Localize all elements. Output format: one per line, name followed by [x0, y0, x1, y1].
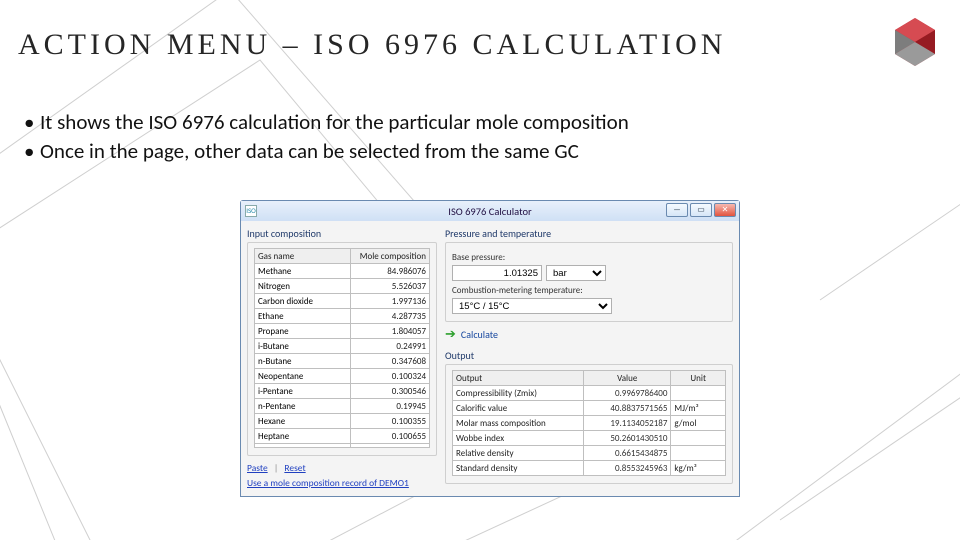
gas-value[interactable]: 84.986076	[351, 264, 430, 279]
output-label: Output	[445, 349, 733, 362]
gas-value[interactable]: 5.526037	[351, 279, 430, 294]
app-icon: ISO	[245, 205, 257, 217]
minimize-button[interactable]: —	[666, 203, 688, 217]
out-value: 0.8553245963	[584, 461, 671, 476]
input-composition-label: Input composition	[247, 227, 437, 240]
out-name: Wobbe index	[453, 431, 584, 446]
out-name: Standard density	[453, 461, 584, 476]
slide-title: Action Menu – ISO 6976 Calculation	[18, 28, 726, 62]
base-pressure-input[interactable]	[452, 265, 542, 281]
col-header: Value	[584, 371, 671, 386]
iso-calculator-window: ISO ISO 6976 Calculator — ▭ ✕ Input comp…	[240, 200, 740, 497]
out-name: Molar mass composition	[453, 416, 584, 431]
gas-name: Ethane	[255, 309, 351, 324]
out-value: 0.6615434875	[584, 446, 671, 461]
close-button[interactable]: ✕	[714, 203, 736, 217]
gas-value[interactable]: 0.100655	[351, 429, 430, 444]
pressure-unit-select[interactable]: bar	[546, 265, 606, 281]
bullet-item: It shows the ISO 6976 calculation for th…	[22, 108, 629, 137]
bullet-list: It shows the ISO 6976 calculation for th…	[22, 108, 629, 167]
calculate-label: Calculate	[461, 328, 498, 341]
col-header: Mole composition	[351, 249, 430, 264]
out-value: 0.9969786400	[584, 386, 671, 401]
out-unit: MJ/m³	[671, 401, 726, 416]
gas-value[interactable]: 1.804057	[351, 324, 430, 339]
col-header: Gas name	[255, 249, 351, 264]
gas-name: i-Pentane	[255, 384, 351, 399]
out-name: Calorific value	[453, 401, 584, 416]
gas-value[interactable]: 0.19945	[351, 399, 430, 414]
gas-value[interactable]	[351, 444, 430, 448]
out-unit: kg/m³	[671, 461, 726, 476]
out-value: 50.2601430510	[584, 431, 671, 446]
combustion-temp-label: Combustion-metering temperature:	[452, 285, 726, 296]
out-value: 19.1134052187	[584, 416, 671, 431]
gas-value[interactable]: 0.100355	[351, 414, 430, 429]
gas-name: Propane	[255, 324, 351, 339]
out-unit	[671, 446, 726, 461]
gas-value[interactable]: 0.300546	[351, 384, 430, 399]
output-table: Output Value Unit Compressibility (Zmix)…	[452, 370, 726, 476]
gas-value[interactable]: 4.287735	[351, 309, 430, 324]
out-unit	[671, 431, 726, 446]
gas-name	[255, 444, 351, 448]
calculate-button[interactable]: ➔ Calculate	[445, 328, 733, 341]
maximize-button[interactable]: ▭	[690, 203, 712, 217]
gas-value[interactable]: 0.347608	[351, 354, 430, 369]
arrow-right-icon: ➔	[445, 328, 456, 341]
gas-name: Methane	[255, 264, 351, 279]
col-header: Output	[453, 371, 584, 386]
pressure-temp-label: Pressure and temperature	[445, 227, 733, 240]
input-composition-table: Gas name Mole composition Methane84.9860…	[254, 248, 430, 448]
gas-name: Hexane	[255, 414, 351, 429]
gas-name: Heptane	[255, 429, 351, 444]
gas-value[interactable]: 1.997136	[351, 294, 430, 309]
use-record-link[interactable]: Use a mole composition record of DEMO1	[247, 477, 409, 489]
base-pressure-label: Base pressure:	[452, 252, 726, 263]
gas-name: Carbon dioxide	[255, 294, 351, 309]
gas-name: i-Butane	[255, 339, 351, 354]
gas-name: n-Pentane	[255, 399, 351, 414]
gas-value[interactable]: 0.24991	[351, 339, 430, 354]
combustion-temp-select[interactable]: 15°C / 15°C	[452, 298, 612, 314]
gas-name: Neopentane	[255, 369, 351, 384]
out-name: Relative density	[453, 446, 584, 461]
brand-logo	[885, 12, 945, 72]
gas-value[interactable]: 0.100324	[351, 369, 430, 384]
gas-name: Nitrogen	[255, 279, 351, 294]
window-titlebar[interactable]: ISO ISO 6976 Calculator — ▭ ✕	[241, 201, 739, 221]
reset-link[interactable]: Reset	[284, 462, 305, 474]
out-name: Compressibility (Zmix)	[453, 386, 584, 401]
out-value: 40.8837571565	[584, 401, 671, 416]
bullet-item: Once in the page, other data can be sele…	[22, 137, 629, 166]
col-header: Unit	[671, 371, 726, 386]
gas-name: n-Butane	[255, 354, 351, 369]
out-unit: g/mol	[671, 416, 726, 431]
paste-link[interactable]: Paste	[247, 462, 268, 474]
window-title: ISO 6976 Calculator	[448, 205, 531, 218]
out-unit	[671, 386, 726, 401]
